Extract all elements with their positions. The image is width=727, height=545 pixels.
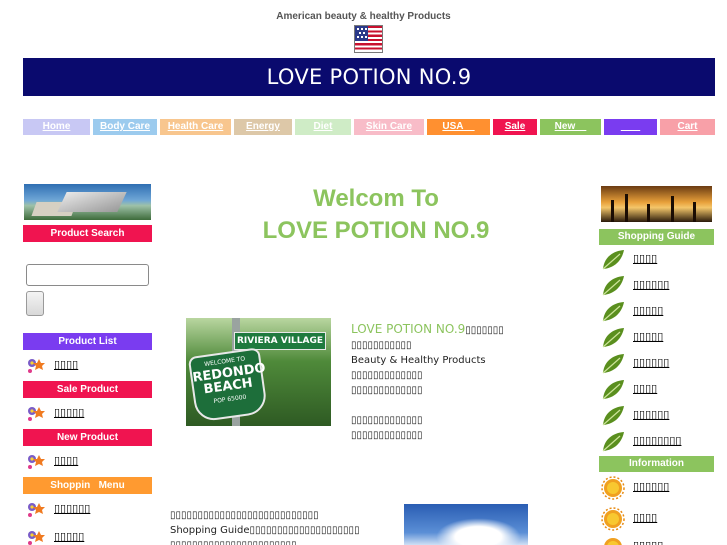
nav-skin-care[interactable]: Skin Care <box>354 119 424 135</box>
flower-sparkle-icon <box>28 359 45 373</box>
flower-sparkle-icon <box>28 455 45 469</box>
intro-line: Beauty & Healthy Products <box>351 355 486 366</box>
leaf-icon <box>602 354 624 374</box>
flower-sparkle-icon <box>28 531 45 545</box>
nav-new[interactable]: New <box>540 119 601 135</box>
leaf-icon <box>602 276 624 296</box>
guide-item-label: ▯▯▯▯ <box>633 382 658 395</box>
guide-item-label: ▯▯▯▯▯ <box>633 330 664 343</box>
leaf-icon <box>602 406 624 426</box>
leaf-icon <box>602 302 624 322</box>
nav-body-care[interactable]: Body Care <box>93 119 157 135</box>
nav-sale[interactable]: Sale <box>493 119 537 135</box>
leaf-icon <box>602 432 624 452</box>
leaf-icon <box>602 328 624 348</box>
leaf-icon <box>602 250 624 270</box>
sale-product-header: Sale Product <box>23 381 152 398</box>
information-header: Information <box>599 456 714 472</box>
sun-icon <box>601 507 625 531</box>
info-item-label: ▯▯▯▯▯▯ <box>633 480 670 493</box>
guide-item-label: ▯▯▯▯▯▯ <box>633 408 670 421</box>
info-item-label: ▯▯▯▯ <box>633 511 658 524</box>
guide-item-label: ▯▯▯▯▯▯ <box>633 278 670 291</box>
sky-photo <box>404 504 528 545</box>
welcome-heading: Welcom To LOVE POTION NO.9 <box>166 183 586 247</box>
nav-health-care[interactable]: Health Care <box>160 119 231 135</box>
top-nav: Home Body Care Health Care Energy Diet S… <box>23 119 715 135</box>
nav-cart[interactable]: Cart <box>660 119 715 135</box>
intro-text: LOVE POTION NO.9▯▯▯▯▯▯▯ ▯▯▯▯▯▯▯▯▯▯▯ Beau… <box>351 322 581 443</box>
sun-icon <box>604 538 622 545</box>
redondo-beach-photo: RIVIERA VILLAGE WELCOME TO REDONDO BEACH PO… <box>186 318 331 426</box>
nav-home[interactable]: Home <box>23 119 90 135</box>
intro-line: ▯▯▯▯▯▯▯▯▯▯▯ <box>351 340 412 351</box>
new-product-item-label: ▯▯▯▯ <box>54 454 79 467</box>
shopping-menu-item-label: ▯▯▯▯▯ <box>54 530 85 543</box>
welcome-line-2: LOVE POTION NO.9 <box>262 217 490 244</box>
leaf-icon <box>602 380 624 400</box>
flower-sparkle-icon <box>28 407 45 421</box>
site-banner: LOVE POTION NO.9 <box>23 58 715 96</box>
nav-usa[interactable]: USA <box>427 119 490 135</box>
intro-line: ▯▯▯▯▯▯▯▯▯▯▯▯▯ <box>351 370 423 381</box>
shopping-menu-item-label: ▯▯▯▯▯▯ <box>54 502 91 515</box>
info-item-label: ▯▯▯▯▯ <box>633 539 663 545</box>
search-input[interactable] <box>26 264 149 286</box>
intro-line: ▯▯▯▯▯▯▯▯▯▯▯▯▯ <box>351 415 423 426</box>
product-list-header: Product List <box>23 333 152 350</box>
intro-line: ▯▯▯▯▯▯▯▯▯▯▯▯▯ <box>351 385 423 396</box>
guide-item-label: ▯▯▯▯▯▯▯▯ <box>633 434 682 447</box>
welcome-line-1: Welcom To <box>313 185 439 212</box>
search-button[interactable] <box>26 291 44 316</box>
right-header-image <box>601 186 712 222</box>
intro-brand: LOVE POTION NO.9 <box>351 322 466 336</box>
usa-flag-icon <box>354 25 383 53</box>
left-header-image <box>24 184 151 220</box>
shopping-guide-header: Shopping Guide <box>599 229 714 245</box>
intro-after-brand: ▯▯▯▯▯▯▯ <box>465 325 504 336</box>
nav-blank[interactable] <box>604 119 657 135</box>
nav-diet[interactable]: Diet <box>295 119 351 135</box>
guide-item-label: ▯▯▯▯▯ <box>633 304 664 317</box>
guide-item-label: ▯▯▯▯ <box>633 252 658 265</box>
intro-line: ▯▯▯▯▯▯▯▯▯▯▯▯▯ <box>351 430 423 441</box>
product-search-header: Product Search <box>23 225 152 242</box>
new-product-header: New Product <box>23 429 152 446</box>
nav-energy[interactable]: Energy <box>234 119 292 135</box>
product-list-item-label: ▯▯▯▯ <box>54 358 79 371</box>
site-tagline: American beauty & healthy Products <box>276 11 451 22</box>
sale-product-item-label: ▯▯▯▯▯ <box>54 406 85 419</box>
guide-item-label: ▯▯▯▯▯▯ <box>633 356 670 369</box>
shopping-menu-header: Shoppin Menu <box>23 477 152 494</box>
sun-icon <box>601 476 625 500</box>
flower-sparkle-icon <box>28 503 45 517</box>
